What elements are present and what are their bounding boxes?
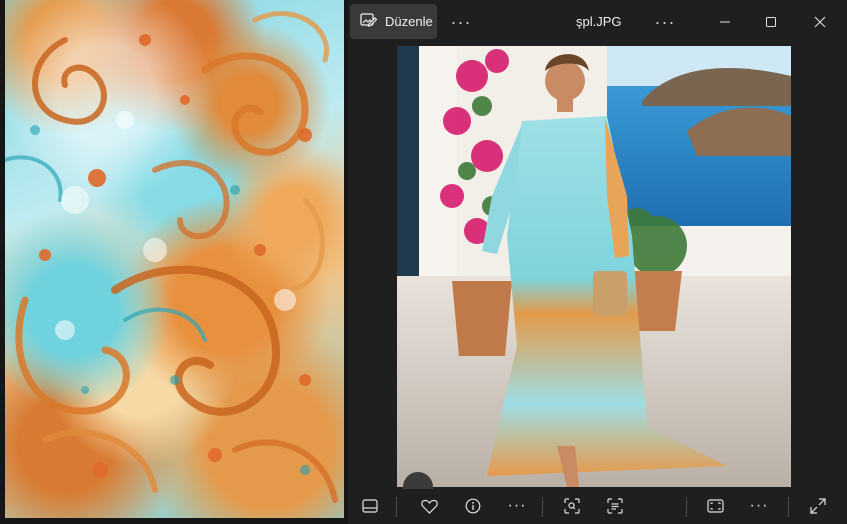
title-bar: Düzenle ··· şpl.JPG ··· <box>348 0 847 44</box>
heart-icon <box>420 499 438 514</box>
close-icon <box>814 16 826 28</box>
close-button[interactable] <box>805 8 835 36</box>
displayed-photo <box>397 46 791 487</box>
photo-viewer-window: Düzenle ··· şpl.JPG ··· ··· ··· <box>348 0 847 524</box>
more-options-button[interactable]: ··· <box>449 10 473 34</box>
filmstrip-icon <box>362 499 378 513</box>
edit-image-icon <box>360 12 378 31</box>
title-more-options-button[interactable]: ··· <box>653 10 677 34</box>
visual-search-button[interactable] <box>559 495 585 517</box>
favorite-button[interactable] <box>416 495 442 517</box>
toolbar-divider <box>396 497 397 517</box>
paisley-pattern-image <box>5 0 344 518</box>
fullscreen-icon <box>810 498 826 514</box>
bottom-toolbar: ··· ··· <box>348 489 847 524</box>
maximize-button[interactable] <box>756 8 786 36</box>
more-options-icon: ··· <box>450 11 472 32</box>
more-options-icon: ··· <box>654 11 676 32</box>
minimize-icon <box>720 21 730 23</box>
minimize-button[interactable] <box>710 8 740 36</box>
view-more-options-button[interactable]: ··· <box>746 495 772 517</box>
text-scan-icon <box>607 498 623 514</box>
info-icon <box>465 498 481 514</box>
fit-to-window-icon <box>706 499 724 513</box>
toolbar-divider <box>542 497 543 517</box>
more-options-icon: ··· <box>749 497 769 514</box>
text-scan-button[interactable] <box>602 495 628 517</box>
bottom-more-options-button[interactable]: ··· <box>504 495 530 517</box>
file-name-title: şpl.JPG <box>576 14 622 29</box>
edit-button[interactable]: Düzenle <box>350 4 437 39</box>
fit-to-window-button[interactable] <box>702 495 728 517</box>
maximize-icon <box>766 17 776 27</box>
fullscreen-button[interactable] <box>805 495 831 517</box>
visual-search-icon <box>564 498 580 514</box>
toolbar-divider <box>788 497 789 517</box>
filmstrip-button[interactable] <box>357 495 383 517</box>
edit-button-label: Düzenle <box>385 14 433 29</box>
info-button[interactable] <box>460 495 486 517</box>
toolbar-divider <box>686 497 687 517</box>
more-options-icon: ··· <box>507 497 527 514</box>
left-image-pane <box>0 0 348 524</box>
